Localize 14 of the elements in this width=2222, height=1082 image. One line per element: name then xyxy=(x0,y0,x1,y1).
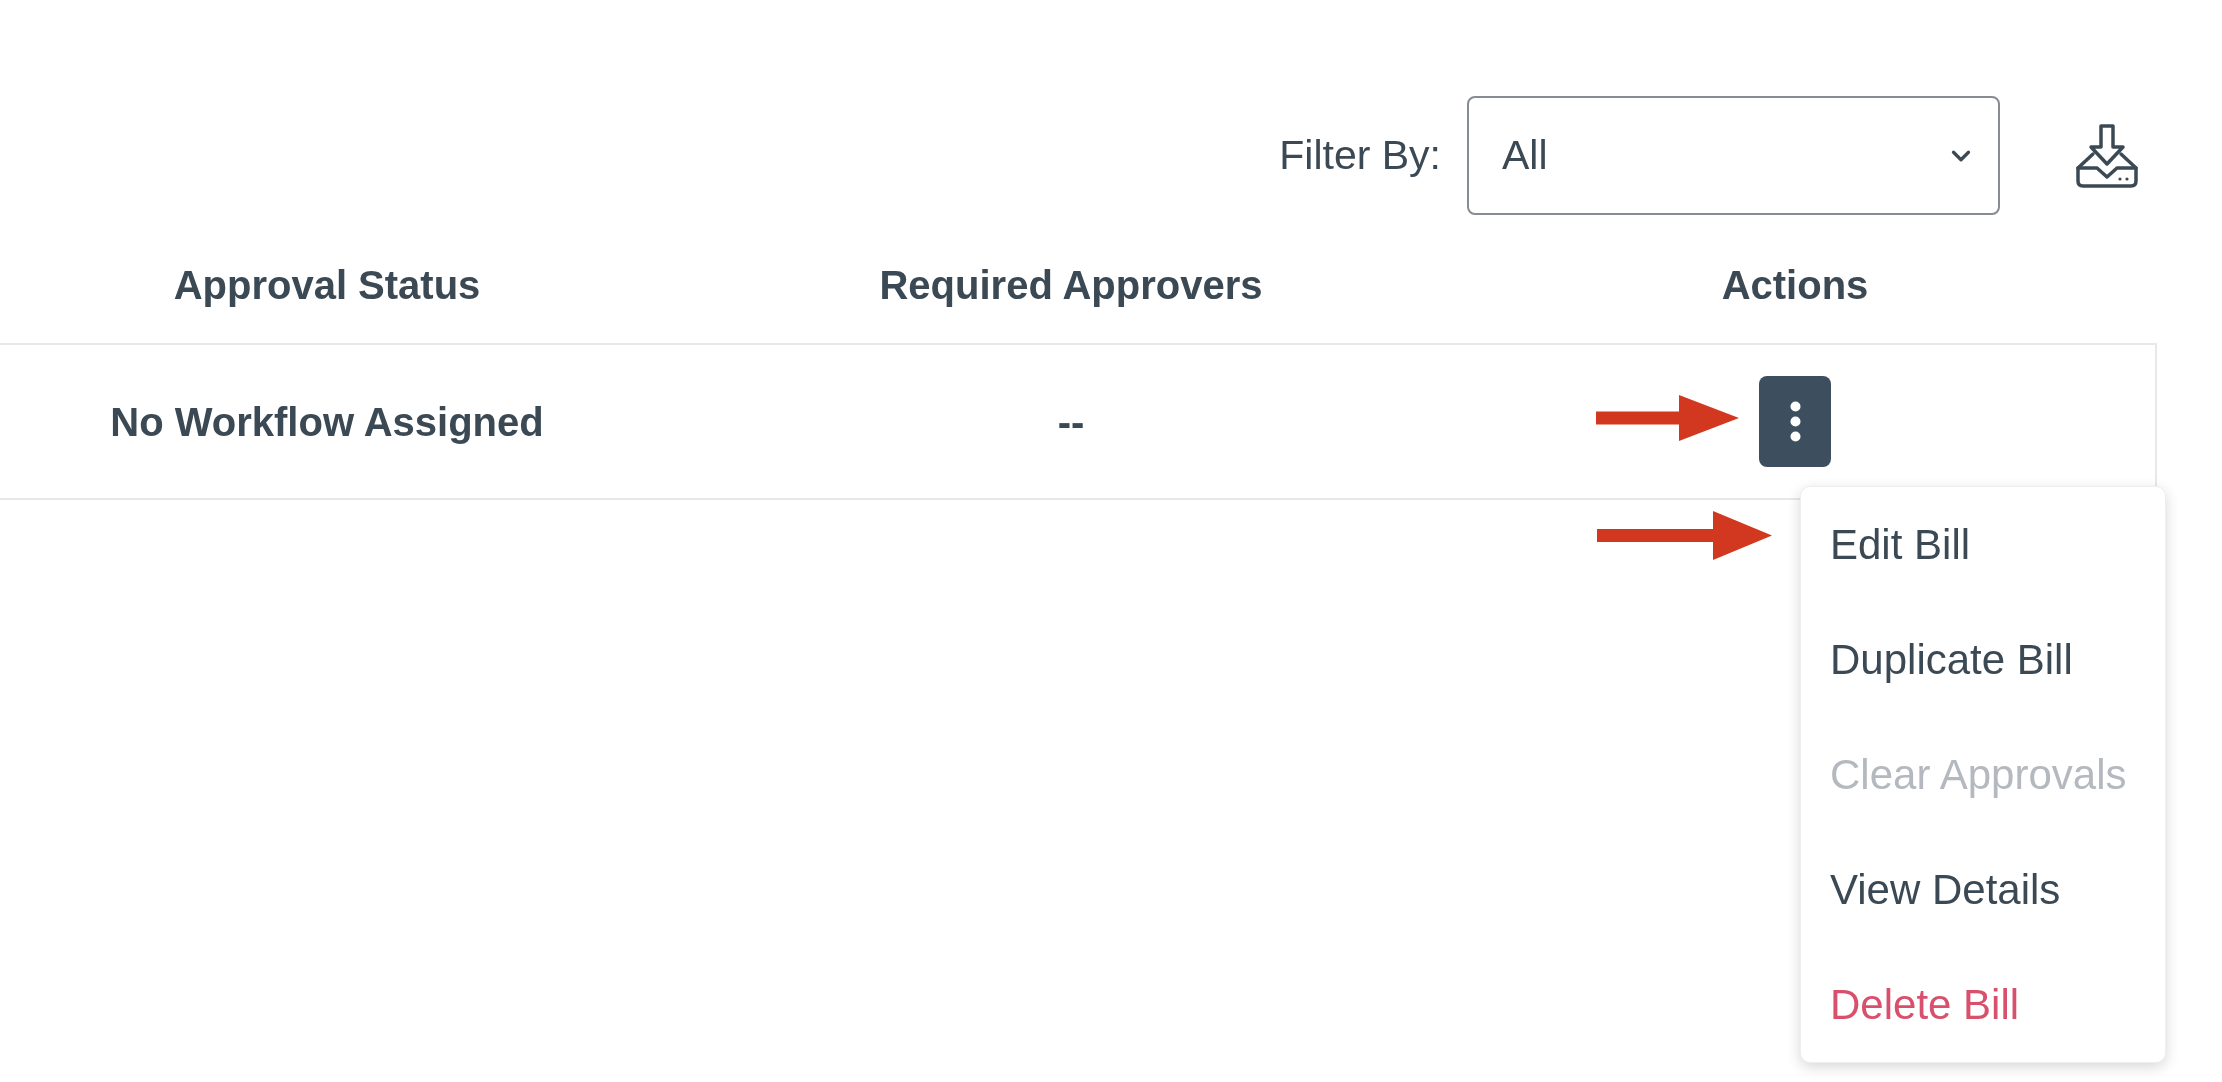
table-cell-text: No Workflow Assigned xyxy=(110,398,544,446)
column-header: Actions xyxy=(1721,262,1869,309)
menu-item[interactable]: View Details xyxy=(1801,832,2165,947)
download-icon[interactable] xyxy=(2073,122,2141,189)
more-actions-button[interactable] xyxy=(1759,376,1831,467)
menu-item[interactable]: Duplicate Bill xyxy=(1801,602,2165,717)
menu-item[interactable]: Delete Bill xyxy=(1801,947,2165,1062)
column-header: Required Approvers xyxy=(879,262,1263,309)
vertical-dots-icon xyxy=(1789,401,1801,442)
table-cell-text: -- xyxy=(1057,398,1085,446)
filter-select[interactable]: All xyxy=(1467,96,2000,215)
menu-item[interactable]: Edit Bill xyxy=(1801,487,2165,602)
column-header: Approval Status xyxy=(173,262,481,309)
filter-label: Filter By: xyxy=(1279,130,1441,180)
